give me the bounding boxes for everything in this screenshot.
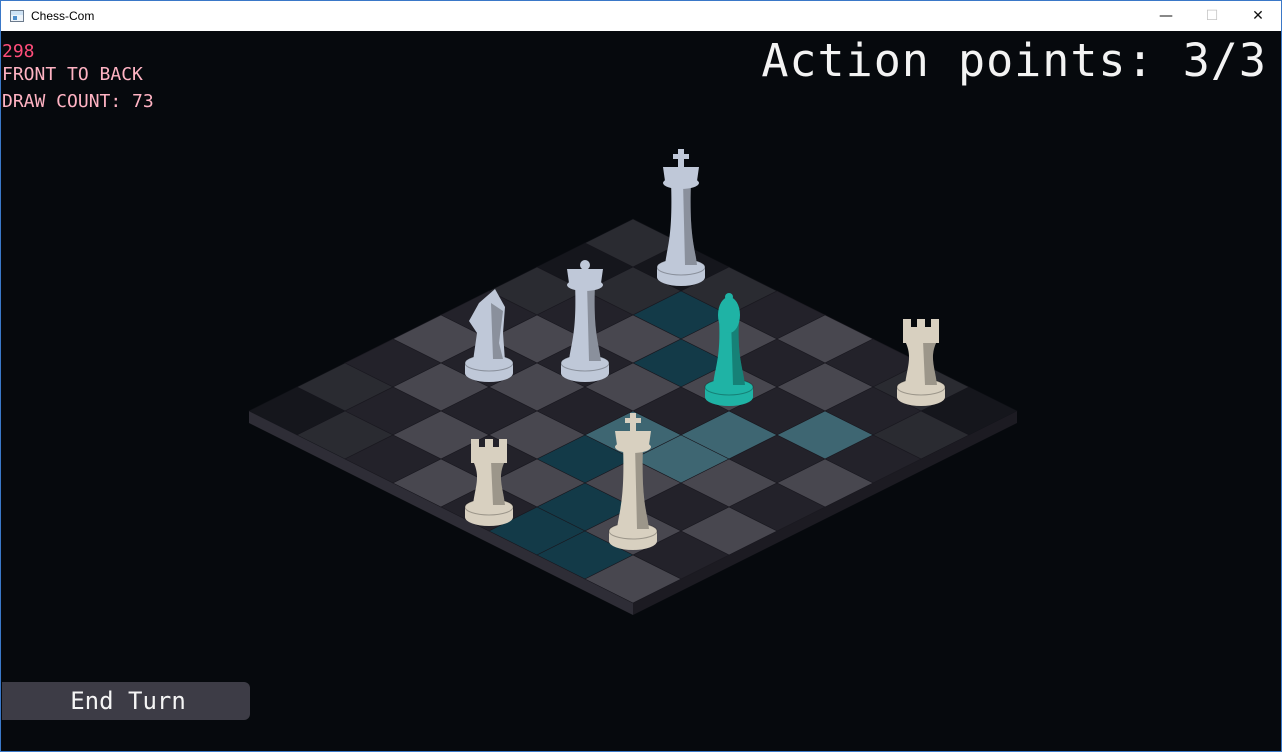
title-bar[interactable]: Chess-Com — ☐ ✕ xyxy=(1,1,1281,31)
action-points-label: Action points: 3/3 xyxy=(761,34,1267,87)
app-icon xyxy=(10,10,24,22)
chess-board[interactable] xyxy=(1,31,1281,751)
window-controls: — ☐ ✕ xyxy=(1143,1,1281,31)
end-turn-label: End Turn xyxy=(70,687,186,715)
window-title: Chess-Com xyxy=(31,9,95,23)
fps-counter: 298 xyxy=(2,41,35,62)
maximize-button[interactable]: ☐ xyxy=(1189,1,1235,31)
draw-count-label: DRAW COUNT: 73 xyxy=(2,91,154,112)
app-window: Chess-Com — ☐ ✕ 298 FRONT TO BACK DRAW C… xyxy=(0,0,1282,752)
minimize-button[interactable]: — xyxy=(1143,1,1189,31)
game-viewport[interactable]: 298 FRONT TO BACK DRAW COUNT: 73 Action … xyxy=(1,31,1281,751)
close-button[interactable]: ✕ xyxy=(1235,1,1281,31)
sort-mode-label: FRONT TO BACK xyxy=(2,64,143,85)
king-icon[interactable] xyxy=(656,149,706,286)
end-turn-button[interactable]: End Turn xyxy=(2,682,250,720)
